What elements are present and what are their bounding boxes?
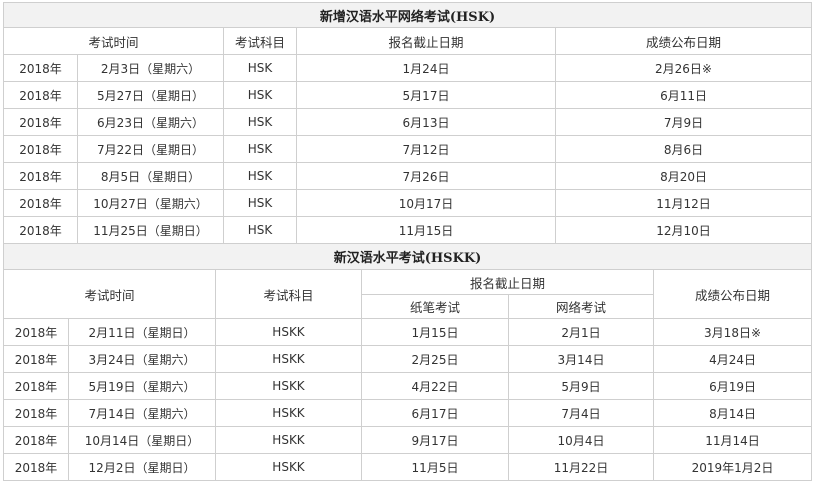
cell-result: 8月20日 — [554, 162, 813, 190]
cell-year: 2018年 — [3, 399, 69, 427]
cell-subject: HSK — [223, 162, 297, 190]
cell-year: 2018年 — [3, 216, 78, 244]
cell-year: 2018年 — [3, 426, 69, 454]
table-row: 2018年 6月23日（星期六） HSK 6月13日 7月9日 — [3, 108, 813, 136]
cell-year: 2018年 — [3, 372, 69, 400]
cell-date: 7月14日（星期六） — [68, 399, 216, 427]
cell-online: 10月4日 — [508, 426, 654, 454]
cell-date: 2月11日（星期日） — [68, 318, 216, 346]
cell-subject: HSKK — [215, 453, 362, 481]
header-exam-subject: 考试科目 — [215, 269, 362, 319]
cell-year: 2018年 — [3, 108, 78, 136]
hskk-schedule-table: 新汉语水平考试(HSKK) 考试时间 考试科目 报名截止日期 成绩公布日期 纸笔… — [2, 243, 813, 481]
table-row: 2018年 10月14日（星期日） HSKK 9月17日 10月4日 11月14日 — [3, 426, 813, 454]
cell-subject: HSK — [223, 135, 297, 163]
header-exam-time: 考试时间 — [3, 27, 224, 55]
header-registration-deadline: 报名截止日期 — [296, 27, 556, 55]
cell-deadline: 11月15日 — [296, 216, 556, 244]
cell-paper: 11月5日 — [361, 453, 509, 481]
header-result-date: 成绩公布日期 — [652, 269, 813, 319]
table-row: 2018年 2月11日（星期日） HSKK 1月15日 2月1日 3月18日※ — [3, 318, 813, 346]
cell-deadline: 10月17日 — [296, 189, 556, 217]
cell-deadline: 7月12日 — [296, 135, 556, 163]
table-row: 2018年 7月14日（星期六） HSKK 6月17日 7月4日 8月14日 — [3, 399, 813, 427]
cell-result: 2月26日※ — [554, 54, 813, 82]
header-result-date: 成绩公布日期 — [554, 27, 813, 55]
cell-subject: HSK — [223, 216, 297, 244]
cell-year: 2018年 — [3, 453, 69, 481]
cell-online: 2月1日 — [508, 318, 654, 346]
cell-year: 2018年 — [3, 162, 78, 190]
table-row: 2018年 5月27日（星期日） HSK 5月17日 6月11日 — [3, 81, 813, 109]
cell-date: 5月27日（星期日） — [77, 81, 224, 109]
table-row: 2018年 5月19日（星期六） HSKK 4月22日 5月9日 6月19日 — [3, 372, 813, 400]
cell-date: 3月24日（星期六） — [68, 345, 216, 373]
cell-result: 3月18日※ — [652, 318, 813, 346]
cell-paper: 1月15日 — [361, 318, 509, 346]
cell-year: 2018年 — [3, 318, 69, 346]
cell-date: 2月3日（星期六） — [77, 54, 224, 82]
table-row: 2018年 12月2日（星期日） HSKK 11月5日 11月22日 2019年1月2日 — [3, 453, 813, 481]
cell-date: 10月27日（星期六） — [77, 189, 224, 217]
cell-result: 6月11日 — [554, 81, 813, 109]
cell-online: 11月22日 — [508, 453, 654, 481]
cell-date: 5月19日（星期六） — [68, 372, 216, 400]
cell-result: 12月10日 — [554, 216, 813, 244]
cell-subject: HSK — [223, 54, 297, 82]
cell-date: 6月23日（星期六） — [77, 108, 224, 136]
cell-paper: 2月25日 — [361, 345, 509, 373]
table-row: 2018年 3月24日（星期六） HSKK 2月25日 3月14日 4月24日 — [3, 345, 813, 373]
cell-deadline: 5月17日 — [296, 81, 556, 109]
cell-subject: HSKK — [215, 318, 362, 346]
cell-subject: HSK — [223, 108, 297, 136]
hskk-table-title: 新汉语水平考试(HSKK) — [2, 243, 813, 270]
cell-result: 7月9日 — [554, 108, 813, 136]
cell-deadline: 6月13日 — [296, 108, 556, 136]
header-registration-deadline: 报名截止日期 — [361, 269, 654, 295]
cell-year: 2018年 — [3, 189, 78, 217]
cell-subject: HSKK — [215, 426, 362, 454]
table-row: 2018年 10月27日（星期六） HSK 10月17日 11月12日 — [3, 189, 813, 217]
cell-year: 2018年 — [3, 345, 69, 373]
cell-online: 5月9日 — [508, 372, 654, 400]
cell-subject: HSKK — [215, 399, 362, 427]
cell-online: 7月4日 — [508, 399, 654, 427]
cell-date: 7月22日（星期日） — [77, 135, 224, 163]
cell-result: 6月19日 — [652, 372, 813, 400]
cell-result: 2019年1月2日 — [652, 453, 813, 481]
cell-year: 2018年 — [3, 54, 78, 82]
header-exam-subject: 考试科目 — [223, 27, 297, 55]
hsk-schedule-table: 新增汉语水平网络考试(HSK) 考试时间 考试科目 报名截止日期 成绩公布日期 … — [2, 2, 813, 244]
cell-date: 10月14日（星期日） — [68, 426, 216, 454]
table-row: 2018年 8月5日（星期日） HSK 7月26日 8月20日 — [3, 162, 813, 190]
cell-result: 8月6日 — [554, 135, 813, 163]
cell-online: 3月14日 — [508, 345, 654, 373]
cell-deadline: 7月26日 — [296, 162, 556, 190]
header-paper-exam: 纸笔考试 — [361, 294, 509, 319]
cell-paper: 4月22日 — [361, 372, 509, 400]
table-row: 2018年 2月3日（星期六） HSK 1月24日 2月26日※ — [3, 54, 813, 82]
cell-year: 2018年 — [3, 81, 78, 109]
cell-result: 11月12日 — [554, 189, 813, 217]
cell-result: 11月14日 — [652, 426, 813, 454]
cell-paper: 6月17日 — [361, 399, 509, 427]
header-exam-time: 考试时间 — [3, 269, 216, 319]
cell-result: 4月24日 — [652, 345, 813, 373]
cell-date: 11月25日（星期日） — [77, 216, 224, 244]
cell-paper: 9月17日 — [361, 426, 509, 454]
table-row: 2018年 7月22日（星期日） HSK 7月12日 8月6日 — [3, 135, 813, 163]
cell-subject: HSKK — [215, 372, 362, 400]
cell-date: 8月5日（星期日） — [77, 162, 224, 190]
cell-subject: HSK — [223, 81, 297, 109]
cell-deadline: 1月24日 — [296, 54, 556, 82]
cell-year: 2018年 — [3, 135, 78, 163]
cell-result: 8月14日 — [652, 399, 813, 427]
hsk-table-title: 新增汉语水平网络考试(HSK) — [2, 2, 813, 28]
cell-subject: HSKK — [215, 345, 362, 373]
cell-subject: HSK — [223, 189, 297, 217]
cell-date: 12月2日（星期日） — [68, 453, 216, 481]
table-row: 2018年 11月25日（星期日） HSK 11月15日 12月10日 — [3, 216, 813, 244]
header-online-exam: 网络考试 — [508, 294, 654, 319]
